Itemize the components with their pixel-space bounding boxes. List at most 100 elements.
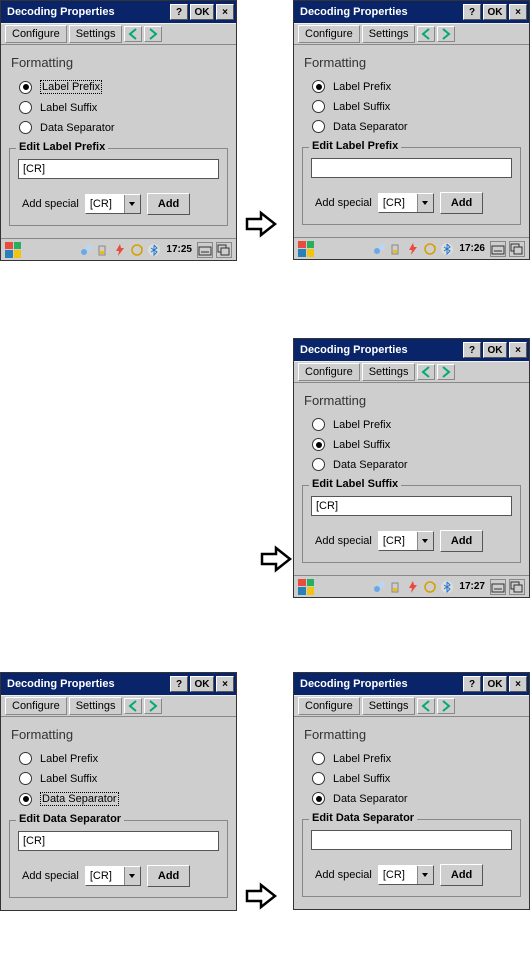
menu-settings[interactable]: Settings <box>362 25 416 43</box>
special-select[interactable]: [CR] <box>378 865 434 885</box>
special-select[interactable]: [CR] <box>378 193 434 213</box>
nav-back-button[interactable] <box>417 698 435 714</box>
close-button[interactable]: × <box>216 676 234 692</box>
titlebar: Decoding Properties ? OK × <box>1 1 236 23</box>
nav-forward-button[interactable] <box>437 698 455 714</box>
start-button[interactable] <box>298 241 314 257</box>
radio-label: Data Separator <box>333 121 408 133</box>
keyboard-icon[interactable] <box>490 579 506 595</box>
ok-button[interactable]: OK <box>483 342 507 358</box>
add-button[interactable]: Add <box>440 864 483 886</box>
menu-configure[interactable]: Configure <box>298 697 360 715</box>
menu-configure[interactable]: Configure <box>5 697 67 715</box>
sync-icon <box>423 580 437 594</box>
windows-icon[interactable] <box>509 579 525 595</box>
ok-button[interactable]: OK <box>483 4 507 20</box>
section-title: Formatting <box>304 393 521 408</box>
bluetooth-icon <box>440 242 454 256</box>
nav-forward-button[interactable] <box>144 698 162 714</box>
add-special-label: Add special <box>315 535 372 547</box>
add-button[interactable]: Add <box>440 192 483 214</box>
windows-icon[interactable] <box>216 242 232 258</box>
value-input[interactable] <box>18 159 219 179</box>
radio-label suffix[interactable]: Label Suffix <box>19 772 228 785</box>
radio-icon <box>19 752 32 765</box>
radio-icon <box>312 418 325 431</box>
value-input[interactable] <box>311 830 512 850</box>
radio-label suffix[interactable]: Label Suffix <box>312 772 521 785</box>
radio-data separator[interactable]: Data Separator <box>312 458 521 471</box>
edit-fieldset: Edit Label Suffix Add special [CR] Add <box>302 485 521 563</box>
help-button[interactable]: ? <box>170 4 188 20</box>
radio-label prefix[interactable]: Label Prefix <box>312 752 521 765</box>
close-button[interactable]: × <box>509 4 527 20</box>
start-button[interactable] <box>298 579 314 595</box>
nav-back-button[interactable] <box>417 26 435 42</box>
nav-back-button[interactable] <box>417 364 435 380</box>
radio-data separator[interactable]: Data Separator <box>19 121 228 134</box>
radio-label suffix[interactable]: Label Suffix <box>312 438 521 451</box>
help-button[interactable]: ? <box>463 676 481 692</box>
nav-forward-button[interactable] <box>437 26 455 42</box>
menu-settings[interactable]: Settings <box>362 697 416 715</box>
bolt-icon <box>406 580 420 594</box>
menubar: Configure Settings <box>1 695 236 717</box>
windows-icon[interactable] <box>509 241 525 257</box>
help-button[interactable]: ? <box>463 342 481 358</box>
add-button[interactable]: Add <box>147 193 190 215</box>
radio-label prefix[interactable]: Label Prefix <box>312 80 521 93</box>
bolt-icon <box>406 242 420 256</box>
window-title: Decoding Properties <box>300 344 463 356</box>
close-button[interactable]: × <box>509 342 527 358</box>
radio-data separator[interactable]: Data Separator <box>312 120 521 133</box>
radio-label: Data Separator <box>333 793 408 805</box>
menu-configure[interactable]: Configure <box>298 363 360 381</box>
select-value: [CR] <box>383 197 405 209</box>
radio-label suffix[interactable]: Label Suffix <box>19 101 228 114</box>
window-title: Decoding Properties <box>7 678 170 690</box>
menu-settings[interactable]: Settings <box>362 363 416 381</box>
ok-button[interactable]: OK <box>483 676 507 692</box>
menu-configure[interactable]: Configure <box>5 25 67 43</box>
help-button[interactable]: ? <box>463 4 481 20</box>
keyboard-icon[interactable] <box>197 242 213 258</box>
radio-data separator[interactable]: Data Separator <box>312 792 521 805</box>
window-title: Decoding Properties <box>300 678 463 690</box>
select-value: [CR] <box>383 869 405 881</box>
menu-configure[interactable]: Configure <box>298 25 360 43</box>
menubar: Configure Settings <box>294 695 529 717</box>
help-button[interactable]: ? <box>170 676 188 692</box>
keyboard-icon[interactable] <box>490 241 506 257</box>
menu-settings[interactable]: Settings <box>69 697 123 715</box>
value-input[interactable] <box>18 831 219 851</box>
special-select[interactable]: [CR] <box>85 866 141 886</box>
value-input[interactable] <box>311 158 512 178</box>
menu-settings[interactable]: Settings <box>69 25 123 43</box>
radio-label suffix[interactable]: Label Suffix <box>312 100 521 113</box>
special-select[interactable]: [CR] <box>378 531 434 551</box>
add-special-label: Add special <box>22 198 79 210</box>
ok-button[interactable]: OK <box>190 676 214 692</box>
close-button[interactable]: × <box>509 676 527 692</box>
nav-forward-button[interactable] <box>144 26 162 42</box>
radio-label prefix[interactable]: Label Prefix <box>19 80 228 94</box>
nav-back-button[interactable] <box>124 698 142 714</box>
radio-label: Label Suffix <box>333 439 390 451</box>
radio-label prefix[interactable]: Label Prefix <box>19 752 228 765</box>
close-button[interactable]: × <box>216 4 234 20</box>
edit-fieldset: Edit Data Separator Add special [CR] Add <box>9 820 228 898</box>
radio-label: Data Separator <box>40 122 115 134</box>
value-input[interactable] <box>311 496 512 516</box>
radio-data separator[interactable]: Data Separator <box>19 792 228 806</box>
special-select[interactable]: [CR] <box>85 194 141 214</box>
section-title: Formatting <box>11 727 228 742</box>
start-button[interactable] <box>5 242 21 258</box>
radio-icon <box>312 792 325 805</box>
add-button[interactable]: Add <box>440 530 483 552</box>
nav-forward-button[interactable] <box>437 364 455 380</box>
radio-label prefix[interactable]: Label Prefix <box>312 418 521 431</box>
ok-button[interactable]: OK <box>190 4 214 20</box>
nav-back-button[interactable] <box>124 26 142 42</box>
window-w4: Decoding Properties ? OK × Configure Set… <box>0 672 237 911</box>
add-button[interactable]: Add <box>147 865 190 887</box>
